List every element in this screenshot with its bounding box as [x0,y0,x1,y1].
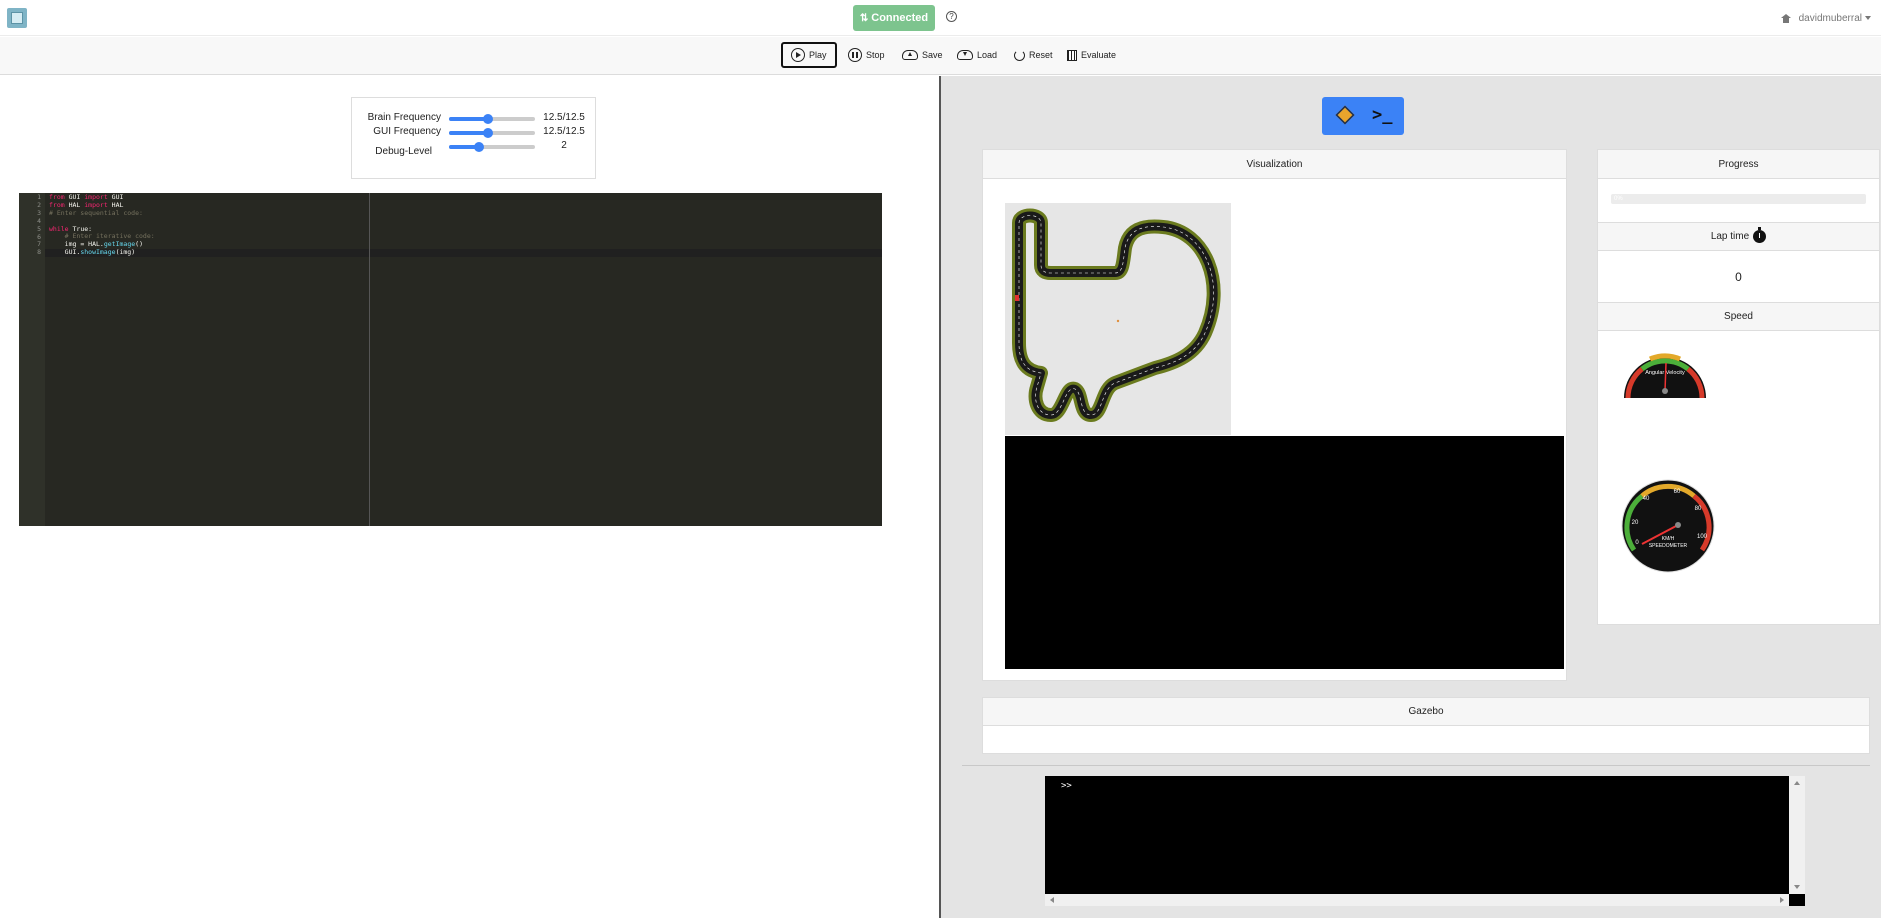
load-button[interactable]: Load [949,42,1005,68]
brain-frequency-row: Brain Frequency 12.5/12.5 [352,112,597,126]
scroll-up-icon[interactable] [1794,781,1800,785]
line-number: 8 [37,248,41,257]
pause-icon [848,48,862,62]
chevron-down-icon [1865,16,1871,21]
gazebo-panel [982,726,1870,754]
load-label: Load [977,50,998,60]
home-icon[interactable] [1780,14,1791,23]
divider [962,765,1870,766]
speedometer-gauge: 0 20 40 60 80 100 KM/H SPEEDOMETER [1621,479,1715,573]
scroll-left-icon[interactable] [1050,897,1054,903]
speed-title: Speed [1598,302,1879,331]
visualization-title: Visualization [983,150,1566,179]
brain-frequency-value: 12.5/12.5 [543,112,585,123]
console[interactable]: >> [1045,776,1805,906]
cloud-download-icon [957,50,973,60]
scroll-right-icon[interactable] [1780,897,1784,903]
active-line-highlight [45,249,882,257]
swap-icon: ⇅ [859,12,869,24]
progress-bar: 0% [1611,194,1866,204]
debug-level-value: 2 [561,140,567,151]
editor-gutter: 1 2 3 4 5 6 7 8 [19,193,45,526]
code-line: # Enter sequential code: [49,208,143,217]
user-menu[interactable]: davidmuberral [1780,13,1871,24]
console-vertical-scrollbar[interactable] [1789,776,1805,894]
evaluate-icon [1067,49,1077,61]
angular-velocity-gauge: Angular Velocity [1624,353,1706,399]
lap-time-header: Lap time [1598,222,1879,251]
scroll-down-icon[interactable] [1794,885,1800,889]
print-margin [369,193,370,526]
reset-label: Reset [1029,50,1053,60]
stop-button[interactable]: Stop [840,42,893,68]
gui-frequency-label: GUI Frequency [373,126,441,137]
console-horizontal-scrollbar[interactable] [1045,894,1789,906]
gui-frequency-value: 12.5/12.5 [543,126,585,137]
speedometer-label: SPEEDOMETER [1649,543,1688,549]
code-lines[interactable]: from GUI import GUI from HAL import HAL # … [49,193,155,257]
stopwatch-icon [1753,227,1767,243]
cube-icon[interactable] [1335,105,1355,125]
code-editor[interactable]: 1 2 3 4 5 6 7 8 from GUI import GUI from … [19,193,882,526]
gui-frequency-row: GUI Frequency 12.5/12.5 [352,126,597,140]
speed-tick: 40 [1643,496,1650,502]
cloud-upload-icon [902,50,918,60]
gui-frequency-slider[interactable] [449,128,535,138]
progress-text: 0% [1614,196,1623,202]
play-icon [791,48,805,62]
reset-button[interactable]: Reset [1006,42,1061,68]
help-icon[interactable]: ? [946,11,957,22]
connected-button[interactable]: ⇅ Connected [853,5,935,31]
reset-icon [1014,49,1025,61]
play-button[interactable]: Play [781,42,837,68]
stop-label: Stop [866,50,885,60]
speed-tick: 80 [1695,506,1702,512]
frequency-panel: Brain Frequency 12.5/12.5 GUI Frequency … [351,97,596,179]
debug-level-row: Debug-Level 2 [352,140,597,157]
evaluate-button[interactable]: Evaluate [1059,42,1124,68]
debug-level-slider[interactable] [449,142,535,152]
logo-icon[interactable] [7,8,27,28]
speed-unit: KM/H [1662,536,1675,542]
camera-feed [1005,436,1564,669]
speed-tick: 20 [1632,520,1639,526]
evaluate-label: Evaluate [1081,50,1117,60]
speed-tick: 100 [1697,534,1708,540]
connected-label: Connected [871,12,929,24]
top-navbar: ⇅ Connected ? davidmuberral [0,0,1881,36]
brain-frequency-label: Brain Frequency [367,112,441,123]
speed-tick: 60 [1674,489,1681,495]
view-switcher: >_ [1322,97,1404,135]
circuit-map [1005,203,1231,435]
username: davidmuberral [1798,13,1862,24]
progress-title: Progress [1598,150,1879,179]
brain-frequency-slider[interactable] [449,114,535,124]
debug-level-label: Debug-Level [375,146,432,157]
play-label: Play [809,50,827,60]
lap-time-title: Lap time [1710,231,1750,242]
save-label: Save [922,50,943,60]
console-prompt: >> [1061,781,1072,791]
terminal-icon[interactable]: >_ [1372,105,1392,125]
toolbar: Play Stop Save Load Reset Evaluate [0,37,1881,75]
lap-time-value: 0 [1735,270,1742,284]
gazebo-title: Gazebo [982,697,1870,726]
save-button[interactable]: Save [894,42,951,68]
code-line: GUI.showImage(img) [64,248,136,257]
